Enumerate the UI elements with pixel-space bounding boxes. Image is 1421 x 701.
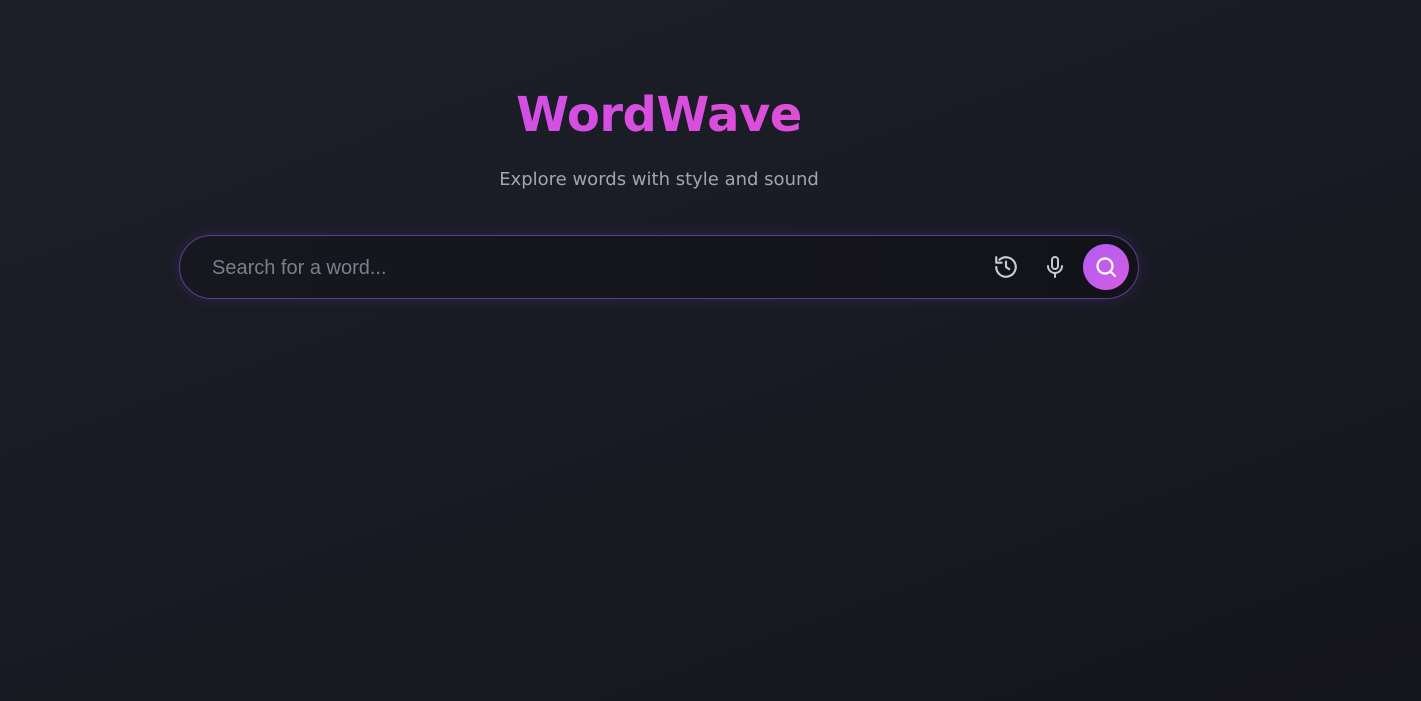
search-button[interactable] (1083, 244, 1129, 290)
microphone-icon (1047, 256, 1063, 278)
app-title: WordWave (179, 84, 1139, 146)
search-bar (179, 235, 1139, 299)
microphone-button[interactable] (1039, 251, 1071, 283)
history-button[interactable] (990, 251, 1022, 283)
search-icon (1096, 257, 1117, 278)
history-icon (995, 256, 1017, 278)
app-subtitle: Explore words with style and sound (499, 169, 819, 190)
search-input[interactable] (210, 250, 974, 286)
